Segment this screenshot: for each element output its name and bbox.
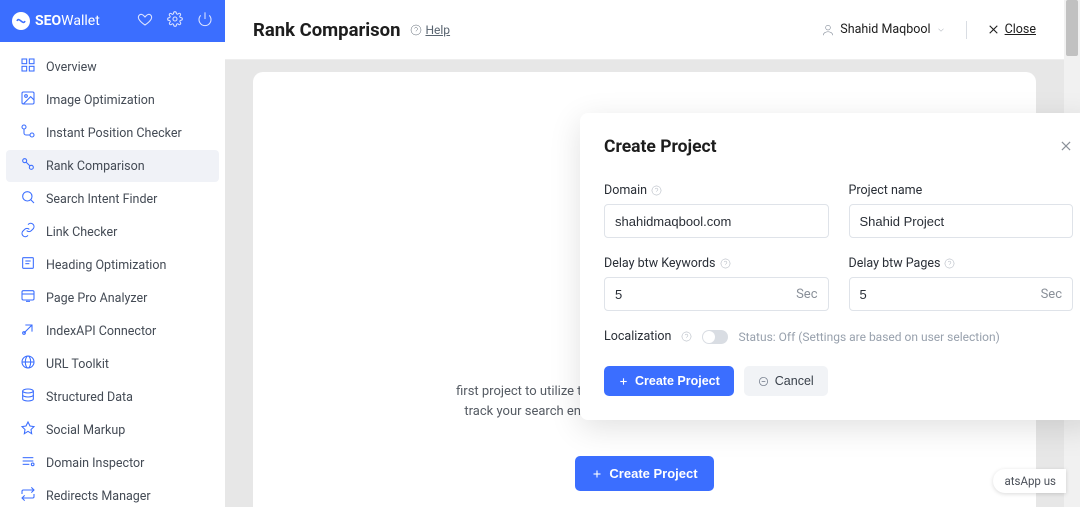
delay-pages-label: Delay btw Pages [849,256,1074,271]
nav-icon [20,486,36,506]
sidebar-item-label: URL Toolkit [46,357,109,372]
nav-icon [20,57,36,77]
nav-icon [20,321,36,341]
logo-text: SEOWallet [35,13,100,29]
sidebar-item-redirects-manager[interactable]: Redirects Manager [6,480,219,507]
sidebar-item-label: Heading Optimization [46,258,166,273]
nav-icon [20,189,36,209]
domain-label: Domain [604,183,829,198]
heart-icon[interactable] [137,11,153,31]
sidebar-item-heading-optimization[interactable]: Heading Optimization [6,249,219,281]
sidebar-item-domain-inspector[interactable]: Domain Inspector [6,447,219,479]
app-logo[interactable]: SEOWallet [12,12,100,30]
sidebar-item-label: Domain Inspector [46,456,144,471]
sidebar-item-label: Link Checker [46,225,117,240]
project-name-label: Project name [849,183,1074,198]
whatsapp-badge[interactable]: atsApp us [993,469,1067,493]
plus-icon [618,376,629,387]
user-menu[interactable]: Shahid Maqbool [821,22,945,37]
sidebar-item-label: Structured Data [46,390,133,405]
sidebar-item-label: Overview [46,60,97,75]
delay-keywords-input[interactable] [615,287,796,302]
domain-input[interactable] [615,214,818,229]
user-icon [821,23,835,37]
sidebar-item-label: Rank Comparison [46,159,145,174]
user-name: Shahid Maqbool [840,22,930,37]
nav-icon [20,420,36,440]
sidebar-item-url-toolkit[interactable]: URL Toolkit [6,348,219,380]
info-icon [651,185,662,196]
divider [966,21,967,39]
close-icon [1059,139,1073,153]
sidebar-item-label: Instant Position Checker [46,126,182,141]
close-page[interactable]: Close [987,22,1036,37]
sidebar-item-indexapi-connector[interactable]: IndexAPI Connector [6,315,219,347]
sidebar: Overview Image Optimization Instant Positi… [0,42,225,507]
sidebar-item-instant-position-checker[interactable]: Instant Position Checker [6,117,219,149]
nav-icon [20,387,36,407]
modal-title: Create Project [604,137,717,157]
nav-icon [20,156,36,176]
sidebar-item-link-checker[interactable]: Link Checker [6,216,219,248]
sidebar-item-overview[interactable]: Overview [6,51,219,83]
sidebar-item-search-intent-finder[interactable]: Search Intent Finder [6,183,219,215]
sidebar-item-image-optimization[interactable]: Image Optimization [6,84,219,116]
info-icon [720,258,731,269]
sec-suffix: Sec [1041,287,1062,302]
cancel-button[interactable]: Cancel [744,366,828,396]
localization-label: Localization [604,329,671,344]
nav-icon [20,255,36,275]
app-header: SEOWallet [0,0,225,42]
nav-icon [20,90,36,110]
sidebar-item-label: Social Markup [46,423,125,438]
page-title: Rank Comparison [253,19,400,41]
gear-icon[interactable] [167,11,183,31]
nav-icon [20,222,36,242]
info-icon [681,331,692,342]
create-project-cta[interactable]: Create Project [575,456,713,491]
sidebar-item-label: Redirects Manager [46,489,151,504]
close-icon [987,23,1000,36]
sidebar-item-label: IndexAPI Connector [46,324,156,339]
nav-icon [20,354,36,374]
delay-keywords-label: Delay btw Keywords [604,256,829,271]
info-icon [944,258,955,269]
logo-mark-icon [12,12,30,30]
create-project-modal: Create Project Domain Project name [580,113,1080,420]
delay-pages-input[interactable] [860,287,1041,302]
sec-suffix: Sec [796,287,817,302]
page-header: Rank Comparison Help Shahid Maqbool Clos… [225,0,1064,60]
scrollbar-thumb[interactable] [1066,0,1078,56]
cancel-circle-icon [758,376,769,387]
create-project-button[interactable]: Create Project [604,366,734,396]
nav-icon [20,453,36,473]
sidebar-item-label: Page Pro Analyzer [46,291,147,306]
localization-status: Status: Off (Settings are based on user … [738,330,999,344]
sidebar-item-rank-comparison[interactable]: Rank Comparison [6,150,219,182]
project-name-input[interactable] [860,214,1063,229]
sidebar-item-label: Image Optimization [46,93,155,108]
nav-icon [20,288,36,308]
main-area: Rank Comparison Help Shahid Maqbool Clos… [225,0,1064,507]
chevron-down-icon [936,25,946,35]
localization-toggle[interactable] [702,330,728,344]
modal-close-button[interactable] [1059,138,1073,157]
nav-icon [20,123,36,143]
sidebar-item-structured-data[interactable]: Structured Data [6,381,219,413]
plus-icon [591,468,603,480]
help-link[interactable]: Help [410,23,450,37]
sidebar-item-label: Search Intent Finder [46,192,157,207]
sidebar-item-page-pro-analyzer[interactable]: Page Pro Analyzer [6,282,219,314]
sidebar-item-social-markup[interactable]: Social Markup [6,414,219,446]
power-icon[interactable] [197,11,213,31]
